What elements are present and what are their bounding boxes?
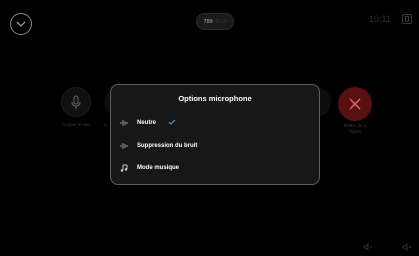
option-music-mode[interactable]: Mode musique (119, 160, 179, 176)
mute-button[interactable] (61, 87, 91, 117)
volume-up-button[interactable] (402, 238, 412, 256)
end-call-label: Mettre fin à l'appel (332, 123, 378, 135)
menu-toggle-button[interactable] (10, 13, 32, 35)
chevron-down-icon (16, 21, 26, 27)
call-status-pill[interactable]: 789 0:13 (196, 13, 234, 30)
audio-label: A (104, 122, 108, 127)
close-icon (349, 98, 361, 110)
end-call-button[interactable] (338, 87, 372, 121)
option-label: Suppression du bruit (137, 143, 198, 149)
call-number: 789 (203, 18, 213, 25)
music-note-icon (119, 163, 129, 173)
end-call-label-line2: l'appel (348, 128, 362, 134)
option-neutral[interactable]: Neutre (119, 115, 176, 131)
clock: 10:11 (369, 14, 391, 24)
option-label: Neutre (137, 120, 157, 126)
layout-icon[interactable] (402, 14, 412, 24)
mic-options-dialog: Options microphone Neutre Suppression du… (110, 84, 320, 185)
microphone-icon (71, 95, 81, 109)
option-label: Mode musique (137, 165, 180, 171)
checkmark-icon (168, 119, 176, 127)
volume-down-button[interactable] (363, 238, 373, 256)
waveform-icon (119, 141, 129, 151)
mute-label: Couper le son (61, 122, 91, 127)
speaker-low-icon (363, 243, 372, 251)
speaker-high-icon (402, 243, 411, 251)
dialog-title: Options microphone (178, 94, 252, 103)
option-noise-suppression[interactable]: Suppression du bruit (119, 138, 197, 154)
call-duration: 0:13 (215, 18, 227, 25)
waveform-icon (119, 118, 129, 128)
